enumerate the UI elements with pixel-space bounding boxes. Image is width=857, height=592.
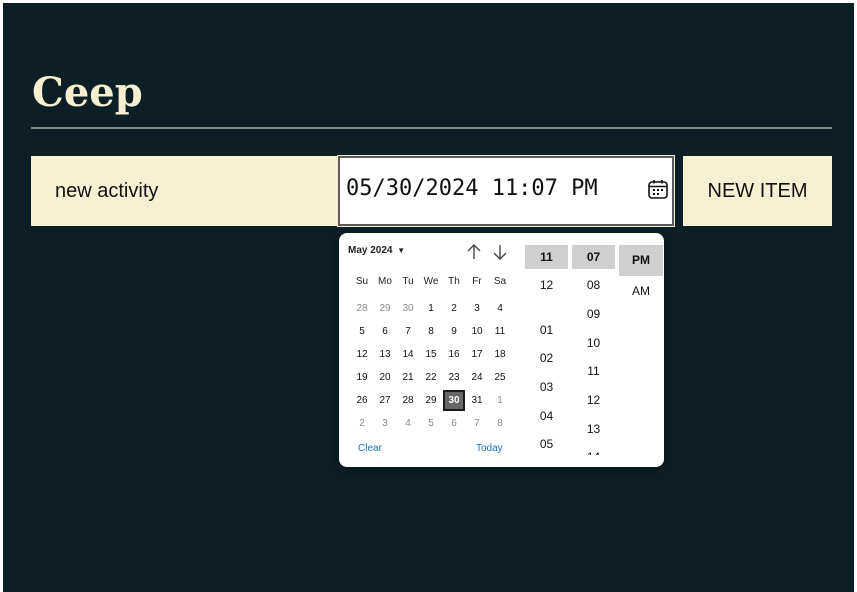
datetime-picker-popup: May 2024 ▼ Su Mo Tu We Th Fr Sa 28 29 30 1 2 3 4 5 6 7 8… (339, 233, 664, 467)
calendar-day[interactable]: 3 (466, 298, 488, 319)
calendar-day[interactable]: 30 (397, 298, 419, 319)
calendar-day[interactable]: 2 (351, 413, 373, 434)
calendar-day[interactable]: 18 (489, 344, 511, 365)
calendar-icon[interactable] (647, 178, 669, 200)
calendar-day[interactable]: 27 (374, 390, 396, 411)
minute-column[interactable]: 07 08 09 10 11 12 13 14 (572, 245, 615, 455)
calendar-day[interactable]: 26 (351, 390, 373, 411)
calendar-day[interactable]: 2 (443, 298, 465, 319)
app-background: Ceep new activity 05/30/2024 11:07 PM NE… (3, 3, 854, 592)
hour-option[interactable]: 03 (525, 375, 568, 399)
calendar-day[interactable]: 17 (466, 344, 488, 365)
minute-option[interactable]: 09 (572, 302, 615, 326)
calendar-day[interactable]: 6 (374, 321, 396, 342)
minute-option[interactable]: 07 (572, 245, 615, 269)
calendar-day[interactable]: 10 (466, 321, 488, 342)
calendar-day[interactable]: 23 (443, 367, 465, 388)
calendar-day[interactable]: 6 (443, 413, 465, 434)
calendar-day[interactable]: 22 (420, 367, 442, 388)
activity-input[interactable]: new activity (31, 156, 337, 226)
minute-option[interactable]: 12 (572, 388, 615, 412)
calendar-day[interactable]: 9 (443, 321, 465, 342)
calendar-day[interactable]: 24 (466, 367, 488, 388)
calendar-day[interactable]: 20 (374, 367, 396, 388)
hour-column[interactable]: 11 12 01 02 03 04 05 (525, 245, 568, 455)
hour-option[interactable]: 12 (525, 273, 568, 297)
calendar-day[interactable]: 5 (351, 321, 373, 342)
weekday-label: We (423, 276, 439, 287)
weekday-label: Fr (472, 276, 482, 287)
title-divider (31, 127, 832, 129)
month-year-label: May 2024 (348, 245, 393, 256)
caret-down-icon: ▼ (397, 246, 406, 255)
datetime-input[interactable]: 05/30/2024 11:07 PM (337, 155, 675, 227)
hour-option[interactable]: 05 (525, 432, 568, 455)
calendar-day[interactable]: 3 (374, 413, 396, 434)
weekday-label: Sa (493, 276, 507, 287)
minute-option[interactable]: 10 (572, 331, 615, 355)
calendar-day[interactable]: 4 (489, 298, 511, 319)
calendar-day[interactable]: 19 (351, 367, 373, 388)
calendar-day[interactable]: 28 (351, 298, 373, 319)
ampm-option[interactable]: AM (619, 279, 663, 303)
calendar-day[interactable]: 31 (466, 390, 488, 411)
activity-input-value: new activity (55, 179, 159, 202)
calendar-day[interactable]: 1 (489, 390, 511, 411)
minute-option[interactable]: 14 (572, 445, 615, 455)
calendar-day[interactable]: 29 (374, 298, 396, 319)
weekday-label: Tu (402, 276, 414, 287)
hour-option[interactable]: 01 (525, 318, 568, 342)
calendar-day[interactable]: 1 (420, 298, 442, 319)
arrow-up-icon[interactable] (466, 243, 482, 261)
app-title: Ceep (32, 69, 143, 116)
calendar-day[interactable]: 7 (466, 413, 488, 434)
ampm-option[interactable]: PM (619, 245, 663, 276)
calendar-day[interactable]: 14 (397, 344, 419, 365)
minute-option[interactable]: 11 (572, 359, 615, 383)
hour-option[interactable]: 04 (525, 404, 568, 428)
hour-option[interactable]: 02 (525, 346, 568, 370)
calendar-day[interactable]: 8 (489, 413, 511, 434)
weekday-label: Th (448, 276, 460, 287)
calendar-day[interactable]: 7 (397, 321, 419, 342)
calendar-day[interactable]: 30 (443, 390, 465, 411)
weekday-label: Mo (378, 276, 392, 287)
today-button[interactable]: Today (476, 443, 503, 454)
calendar-day[interactable]: 21 (397, 367, 419, 388)
clear-button[interactable]: Clear (358, 443, 382, 454)
new-item-button[interactable]: NEW ITEM (683, 156, 832, 226)
calendar-day[interactable]: 8 (420, 321, 442, 342)
calendar-day[interactable]: 13 (374, 344, 396, 365)
weekday-label: Su (355, 276, 369, 287)
calendar-day[interactable]: 25 (489, 367, 511, 388)
calendar-day[interactable]: 4 (397, 413, 419, 434)
minute-option[interactable]: 13 (572, 417, 615, 441)
month-year-dropdown[interactable]: May 2024 ▼ (348, 245, 405, 256)
hour-option[interactable]: 11 (525, 245, 568, 269)
calendar-day[interactable]: 15 (420, 344, 442, 365)
datetime-input-value: 05/30/2024 11:07 PM (346, 176, 598, 201)
calendar-day[interactable]: 11 (489, 321, 511, 342)
calendar-day[interactable]: 29 (420, 390, 442, 411)
ampm-column[interactable]: PM AM (619, 245, 663, 455)
calendar-day[interactable]: 28 (397, 390, 419, 411)
calendar-day[interactable]: 16 (443, 344, 465, 365)
minute-option[interactable]: 08 (572, 273, 615, 297)
calendar-day[interactable]: 12 (351, 344, 373, 365)
calendar-day[interactable]: 5 (420, 413, 442, 434)
arrow-down-icon[interactable] (492, 243, 508, 261)
